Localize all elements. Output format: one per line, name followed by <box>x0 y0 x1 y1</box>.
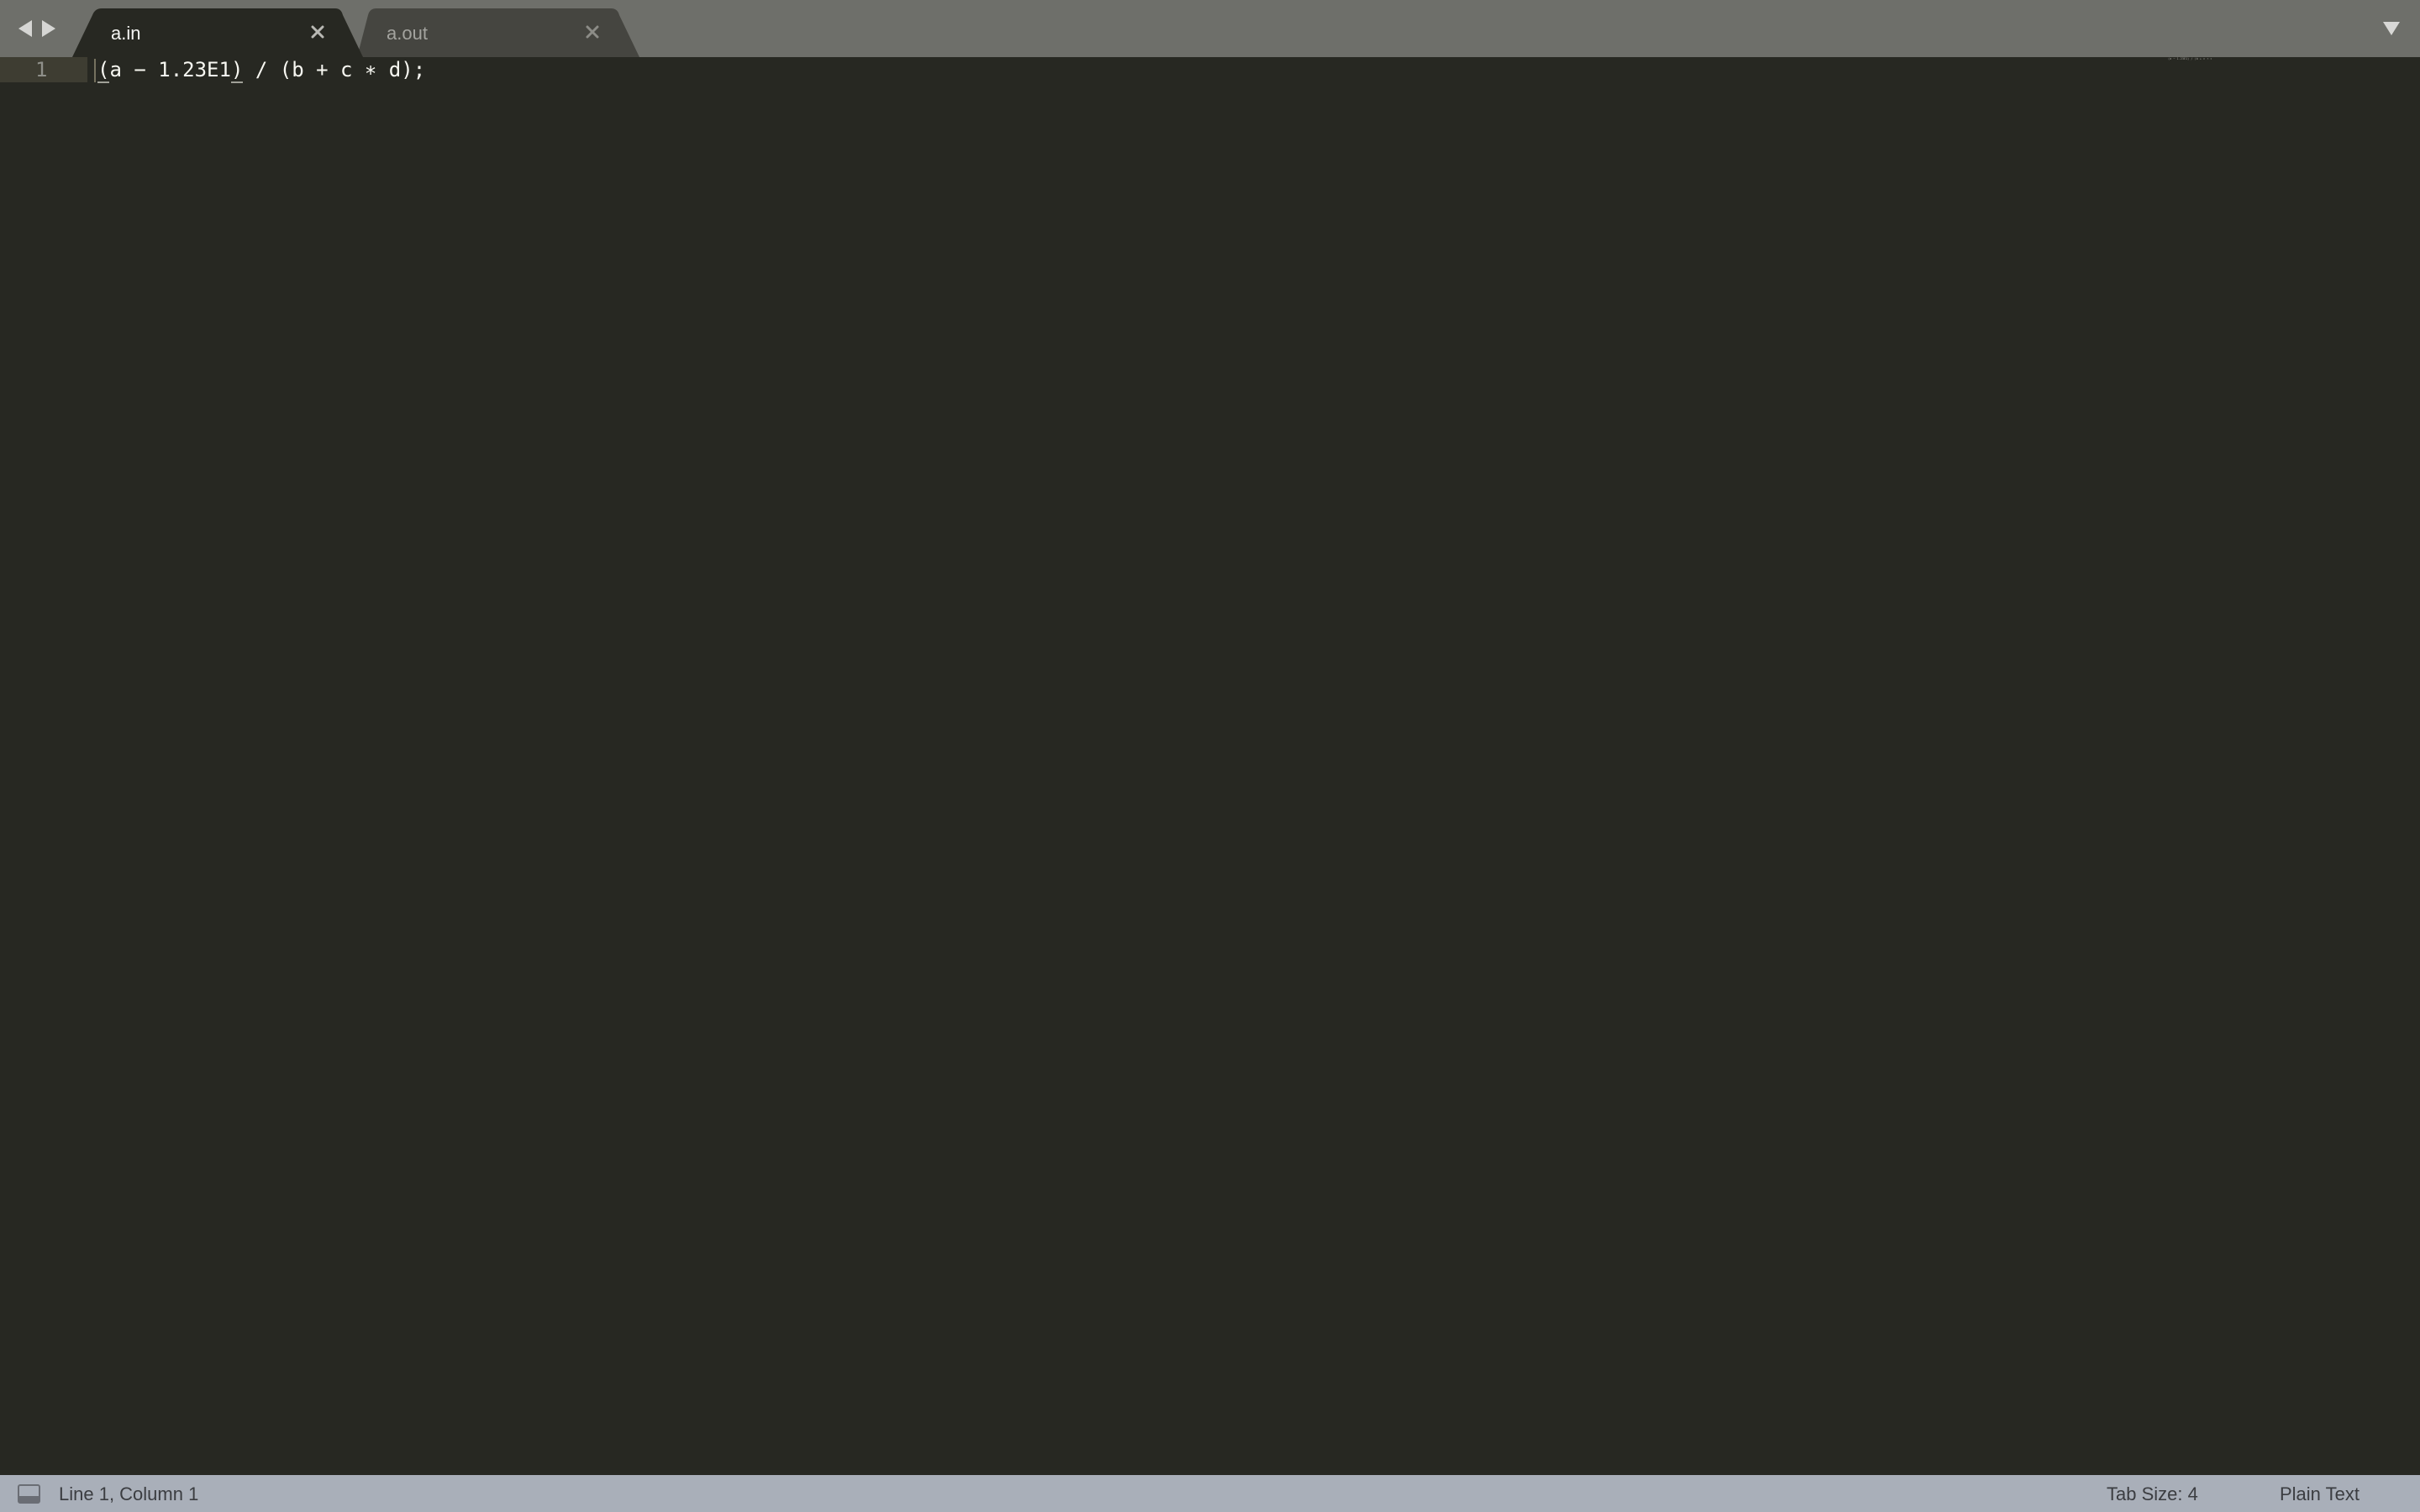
tab-label: a.out <box>387 23 428 44</box>
close-icon[interactable] <box>311 25 324 39</box>
forward-arrow-icon[interactable] <box>42 20 55 37</box>
code-text: / (b + c ∗ d); <box>243 58 426 81</box>
tab-a-out[interactable]: a.out <box>357 8 639 57</box>
editor-window: a.out a.in 1 (a − 1.23E1) / (b + c ∗ d);… <box>0 0 2420 1512</box>
cursor-position: Line 1, Column 1 <box>59 1483 199 1504</box>
close-icon[interactable] <box>586 25 599 39</box>
tabs-dropdown-icon[interactable] <box>2383 22 2400 35</box>
open-bracket-match: ( <box>97 58 110 83</box>
text-editor[interactable]: 1 (a − 1.23E1) / (b + c ∗ d); (a − 1.23E… <box>0 57 2420 1475</box>
minimap[interactable]: (a − 1.23E1) / (b + c ∗ d); <box>2168 57 2212 61</box>
close-bracket-match: ) <box>230 58 244 83</box>
text-caret <box>94 59 96 82</box>
minimap-text: (a − 1.23E1) / (b + c ∗ d); <box>2168 57 2212 60</box>
code-line[interactable]: (a − 1.23E1) / (b + c ∗ d); <box>97 57 426 83</box>
tab-bar: a.out a.in <box>0 0 2420 57</box>
back-arrow-icon[interactable] <box>18 20 32 37</box>
syntax-selector[interactable]: Plain Text <box>2280 1483 2360 1505</box>
status-bar: Line 1, Column 1 Tab Size: 4 Plain Text <box>0 1475 2420 1512</box>
code-text: a − 1.23E1 <box>109 58 231 81</box>
line-gutter: 1 <box>0 57 87 82</box>
line-number: 1 <box>35 58 48 81</box>
tab-label: a.in <box>111 23 141 44</box>
tab-a-in[interactable]: a.in <box>72 8 363 57</box>
tab-size-selector[interactable]: Tab Size: 4 <box>2107 1483 2198 1505</box>
panel-toggle-icon[interactable] <box>18 1483 40 1504</box>
